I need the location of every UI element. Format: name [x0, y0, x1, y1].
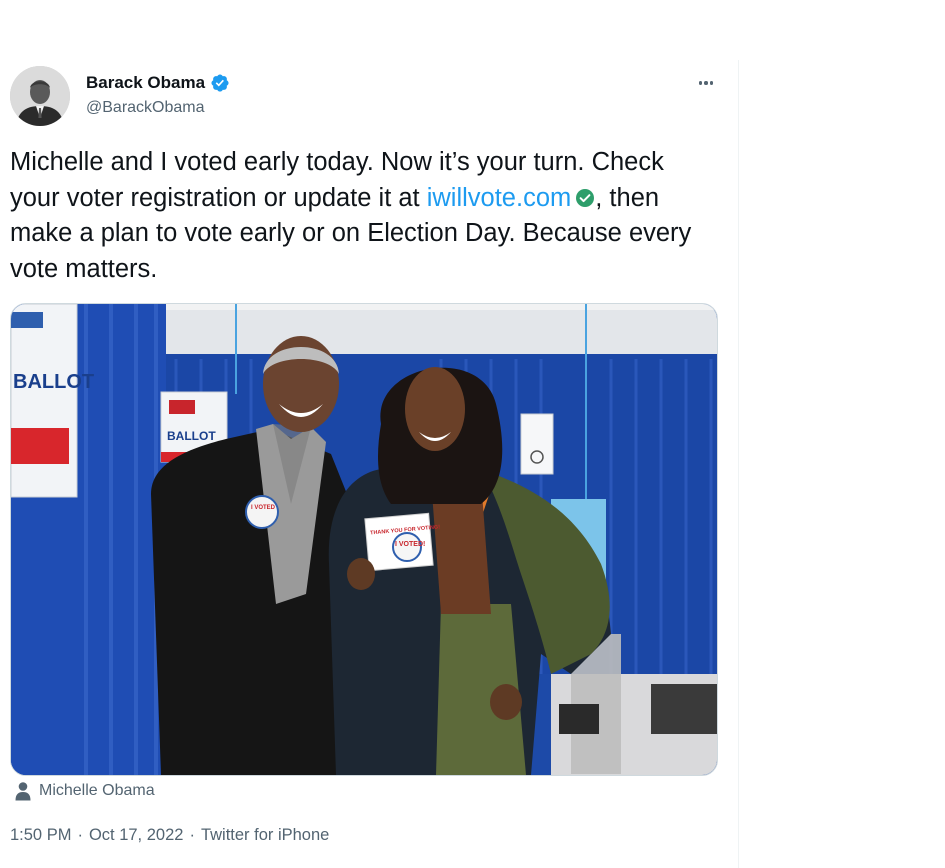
tagged-user[interactable]: Michelle Obama: [15, 781, 155, 801]
avatar[interactable]: [10, 66, 70, 126]
photo-scene: BALLOT BALLOT I VOTED THANK YOU FOR VOTI…: [11, 304, 717, 775]
voter-button-text: I VOTED: [251, 505, 276, 511]
sign-left-text: BALLOT: [13, 371, 94, 393]
more-dot-icon: [698, 81, 703, 85]
meta-separator: ·: [77, 826, 83, 844]
column-divider: [738, 60, 739, 868]
tagged-user-label[interactable]: Michelle Obama: [39, 782, 155, 800]
tweet-date[interactable]: Oct 17, 2022: [89, 826, 183, 845]
author-handle[interactable]: @BarackObama: [86, 99, 205, 117]
avatar-photo: [10, 66, 70, 126]
meta-separator: ·: [189, 826, 195, 844]
author-name-row[interactable]: Barack Obama: [86, 73, 230, 93]
tweet-text: Michelle and I voted early today. Now it…: [10, 145, 710, 287]
tweet-source[interactable]: Twitter for iPhone: [201, 826, 329, 845]
link-check-icon: [576, 188, 595, 207]
more-dot-icon: [704, 81, 708, 85]
tweet-time[interactable]: 1:50 PM: [10, 826, 71, 845]
tweet-link[interactable]: iwillvote.com: [427, 184, 572, 212]
verified-badge-icon: [211, 74, 229, 92]
more-dot-icon: [709, 81, 714, 85]
person-icon: [15, 782, 31, 801]
tweet-meta: 1:50 PM · Oct 17, 2022 · Twitter for iPh…: [10, 826, 329, 845]
more-options-button[interactable]: [694, 72, 718, 94]
author-name[interactable]: Barack Obama: [86, 73, 205, 93]
card-title-text: I VOTED!: [395, 541, 425, 548]
tweet-photo[interactable]: BALLOT BALLOT I VOTED THANK YOU FOR VOTI…: [10, 303, 718, 776]
sign-center-text: BALLOT: [167, 429, 216, 443]
